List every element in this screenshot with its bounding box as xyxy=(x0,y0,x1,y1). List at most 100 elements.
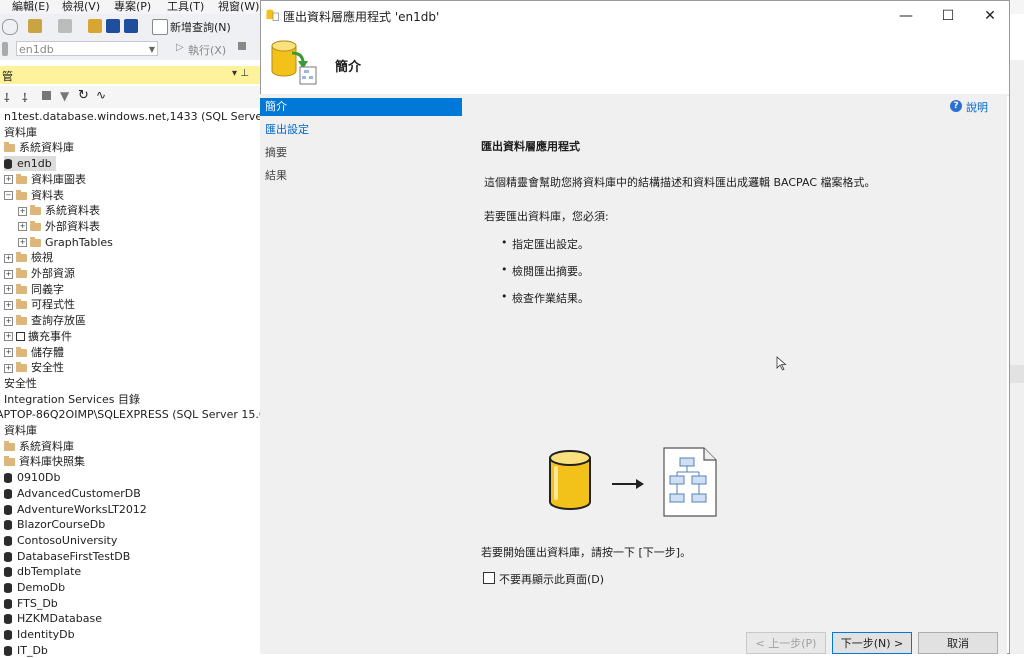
expand-icon[interactable]: + xyxy=(4,332,13,342)
stop-icon[interactable] xyxy=(42,91,51,100)
expand-icon[interactable]: + xyxy=(4,285,13,295)
tree-node-label: 資料庫 xyxy=(4,125,37,139)
tree-node[interactable]: + 儲存體 xyxy=(4,345,64,360)
filter-icon[interactable]: ▼ xyxy=(60,89,69,103)
tree-node[interactable]: 0910Db xyxy=(4,470,60,485)
tree-node-label: IT_Db xyxy=(17,643,48,657)
database-combo[interactable]: en1db ▼ xyxy=(16,41,158,56)
expand-icon[interactable]: + xyxy=(4,175,13,185)
tree-node[interactable]: Integration Services 目錄 xyxy=(4,392,140,407)
dialog-titlebar: 匯出資料層應用程式 'en1db' — ☐ ✕ xyxy=(261,1,1009,31)
tree-node[interactable]: + 系統資料表 xyxy=(18,203,100,218)
folder-icon xyxy=(4,142,15,153)
tree-node[interactable]: AdventureWorksLT2012 xyxy=(4,502,147,517)
tree-node[interactable]: ContosoUniversity xyxy=(4,533,117,548)
help-link[interactable]: 說明 xyxy=(966,99,988,115)
expand-icon[interactable]: + xyxy=(18,206,27,216)
nav-item[interactable]: 匯出設定 xyxy=(260,121,462,139)
save-icon[interactable] xyxy=(106,19,120,33)
open-file-icon[interactable] xyxy=(88,19,102,33)
tree-node[interactable]: + 外部資料表 xyxy=(18,219,100,234)
tree-node-label: Integration Services 目錄 xyxy=(4,392,140,406)
expand-icon[interactable]: + xyxy=(4,300,13,310)
folder-icon xyxy=(16,315,27,326)
close-button[interactable]: ✕ xyxy=(967,1,1013,31)
folder-icon xyxy=(16,173,27,184)
grip-icon xyxy=(2,42,8,56)
folder-icon xyxy=(16,268,27,278)
menu-window[interactable]: 視窗(W) xyxy=(218,0,259,14)
next-button[interactable]: 下一步(N) > xyxy=(832,632,912,654)
tree-node[interactable]: + 安全性 xyxy=(4,360,64,375)
expand-icon[interactable]: + xyxy=(4,316,13,326)
tree-node[interactable]: BlazorCourseDb xyxy=(4,517,105,532)
cancel-button[interactable]: 取消 xyxy=(918,632,998,654)
tree-node[interactable]: + 查詢存放區 xyxy=(4,313,86,328)
tree-node[interactable]: 資料庫 xyxy=(4,423,37,438)
refresh-icon[interactable]: ↻ xyxy=(78,88,89,103)
expand-icon[interactable]: + xyxy=(18,238,27,248)
export-illustration xyxy=(549,447,717,517)
expand-icon[interactable]: + xyxy=(4,348,13,357)
tree-node[interactable]: + 資料庫圖表 xyxy=(4,172,86,187)
nav-item[interactable]: 簡介 xyxy=(260,98,462,116)
tree-node[interactable]: + 同義字 xyxy=(4,282,64,297)
back-icon[interactable] xyxy=(2,19,18,35)
tree-node[interactable]: IT_Db xyxy=(4,643,48,658)
tree-node[interactable]: + 外部資源 xyxy=(4,266,75,281)
expand-icon[interactable]: − xyxy=(4,191,13,200)
execute-button[interactable]: 執行(X) xyxy=(188,42,226,58)
pin-icon[interactable]: ▾ ⊥ xyxy=(232,68,249,79)
tree-node[interactable]: IdentityDb xyxy=(4,627,75,642)
tree-node[interactable]: DemoDb xyxy=(4,580,65,595)
tree-node[interactable]: + 可程式性 xyxy=(4,297,75,312)
tree-node[interactable]: 系統資料庫 xyxy=(4,439,74,454)
nav-item[interactable]: 結果 xyxy=(260,167,462,185)
expand-icon[interactable]: + xyxy=(4,363,13,373)
nav-item[interactable]: 摘要 xyxy=(260,144,462,162)
tree-node[interactable]: + GraphTables xyxy=(18,235,113,250)
activity-monitor-icon[interactable]: ∿ xyxy=(96,88,106,102)
new-query-button[interactable]: 新增查詢(N) xyxy=(170,19,231,35)
expand-icon[interactable]: + xyxy=(4,253,13,263)
tree-node[interactable]: 安全性 xyxy=(4,376,37,391)
tree-node[interactable]: + 檢視 xyxy=(4,250,53,265)
tree-node[interactable]: dbTemplate xyxy=(4,564,81,579)
database-icon xyxy=(4,535,12,546)
database-icon xyxy=(4,583,12,593)
new-query-icon[interactable] xyxy=(152,19,168,35)
expand-icon[interactable]: + xyxy=(4,269,13,279)
previous-button[interactable]: < 上一步(P) xyxy=(746,632,826,654)
dont-show-label: 不要再顯示此頁面(D) xyxy=(499,573,605,586)
tree-node[interactable]: 系統資料庫 xyxy=(4,140,74,155)
expand-icon[interactable]: + xyxy=(18,222,27,232)
save-all-icon[interactable] xyxy=(124,19,138,33)
tree-node-label: AdvancedCustomerDB xyxy=(17,486,141,500)
help-icon[interactable]: ? xyxy=(950,100,962,112)
tree-node[interactable]: AdvancedCustomerDB xyxy=(4,486,141,501)
tree-node[interactable]: APTOP-86Q2OIMP\SQLEXPRESS (SQL Server 15… xyxy=(0,407,283,422)
tree-node[interactable]: 資料庫 xyxy=(4,125,37,140)
menu-edit[interactable]: 編輯(E) xyxy=(12,0,50,14)
maximize-button[interactable]: ☐ xyxy=(925,1,971,31)
connect-icon[interactable]: ⸸ xyxy=(4,89,10,106)
tree-node[interactable]: 資料庫快照集 xyxy=(4,454,85,469)
menu-project[interactable]: 專案(P) xyxy=(114,0,151,14)
disconnect-icon[interactable]: ⸸ xyxy=(22,89,28,106)
tree-node-label: 系統資料庫 xyxy=(19,439,74,453)
menu-tools[interactable]: 工具(T) xyxy=(167,0,204,14)
tree-node[interactable]: DatabaseFirstTestDB xyxy=(4,549,130,564)
stop-icon[interactable] xyxy=(238,42,246,50)
tree-node[interactable]: FTS_Db xyxy=(4,596,58,611)
tree-node[interactable]: en1db xyxy=(4,156,56,172)
tree-node[interactable]: + 擴充事件 xyxy=(4,329,72,344)
tree-node-label: 外部資料表 xyxy=(45,219,100,233)
minimize-button[interactable]: — xyxy=(883,1,929,31)
new-project-icon[interactable] xyxy=(28,19,42,33)
tree-node[interactable]: HZKMDatabase xyxy=(4,611,102,626)
menu-view[interactable]: 檢視(V) xyxy=(62,0,100,14)
object-explorer-toolbar: ⸸ ⸸ ▼ ↻ ∿ xyxy=(0,86,262,108)
add-item-icon[interactable] xyxy=(58,19,72,33)
tree-node[interactable]: − 資料表 xyxy=(4,188,64,203)
dont-show-checkbox[interactable] xyxy=(483,572,495,584)
